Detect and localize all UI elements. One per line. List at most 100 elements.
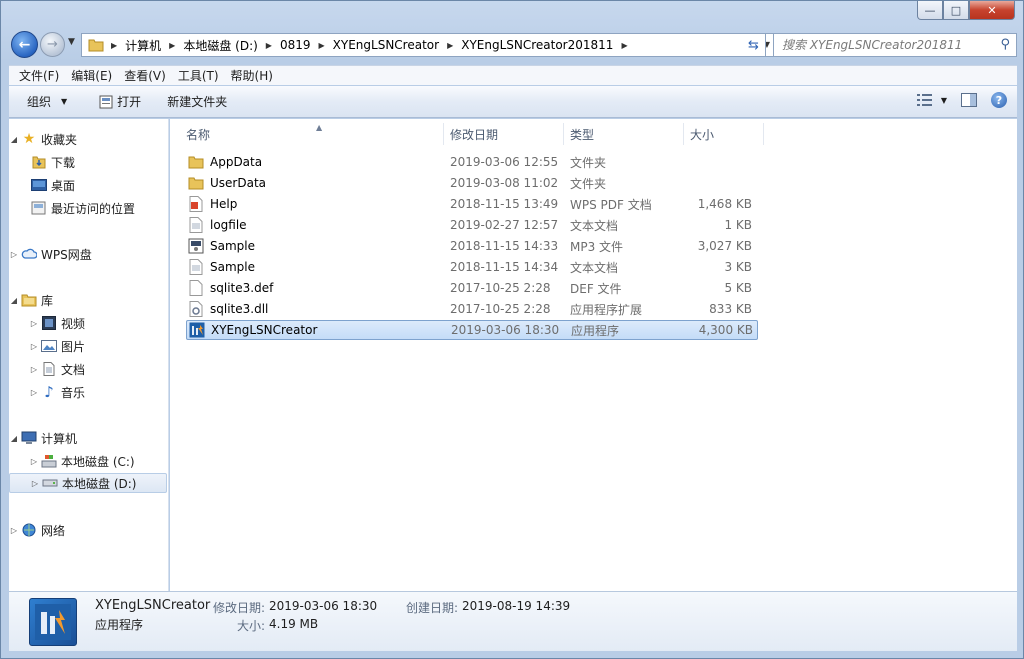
breadcrumb-0819[interactable]: 0819: [275, 38, 316, 52]
collapse-icon[interactable]: ◢: [9, 135, 19, 144]
file-type: 文本文档: [570, 218, 619, 233]
tree-label: WPS网盘: [41, 247, 92, 262]
forward-arrow-icon: →: [47, 37, 58, 52]
file-row[interactable]: UserData 2019-03-08 11:02 文件夹: [186, 173, 758, 193]
file-name-cell[interactable]: sqlite3.def: [186, 280, 444, 296]
details-pane: XYEngLSNCreator 应用程序 修改日期: 2019-03-06 18…: [9, 591, 1017, 651]
breadcrumb-current-folder[interactable]: XYEngLSNCreator201811: [456, 38, 618, 52]
collapse-icon[interactable]: ◢: [9, 296, 19, 305]
tree-wps-cloud[interactable]: ▷ WPS网盘: [9, 244, 167, 264]
breadcrumb-computer[interactable]: 计算机: [120, 37, 166, 54]
column-label: 修改日期: [450, 127, 499, 142]
file-name-cell[interactable]: logfile: [186, 217, 444, 233]
file-size: 833 KB: [709, 302, 752, 316]
file-name-cell[interactable]: AppData: [186, 154, 444, 170]
text-file-icon: [188, 217, 204, 233]
expand-icon[interactable]: ▷: [9, 250, 19, 259]
back-button[interactable]: ←: [11, 31, 38, 58]
breadcrumb-drive-d[interactable]: 本地磁盘 (D:): [178, 37, 262, 54]
file-row[interactable]: sqlite3.def 2017-10-25 2:28 DEF 文件 5 KB: [186, 278, 758, 298]
tree-desktop[interactable]: 桌面: [9, 175, 167, 195]
column-header-name[interactable]: 名称 ▲: [180, 123, 444, 145]
tree-libraries[interactable]: ◢ 库: [9, 290, 167, 310]
search-icon[interactable]: ⚲: [1000, 37, 1010, 52]
menu-edit[interactable]: 编辑(E): [65, 67, 118, 84]
maximize-button[interactable]: □: [943, 1, 969, 20]
file-name-cell[interactable]: sqlite3.dll: [186, 301, 444, 317]
expand-icon[interactable]: ▷: [29, 388, 39, 397]
tree-computer[interactable]: ◢ 计算机: [9, 428, 167, 448]
menu-tools[interactable]: 工具(T): [172, 67, 225, 84]
column-header-size[interactable]: 大小: [684, 123, 764, 145]
search-box[interactable]: ⚲: [773, 33, 1017, 57]
file-type: 文本文档: [570, 260, 619, 275]
file-row[interactable]: Help 2018-11-15 13:49 WPS PDF 文档 1,468 KB: [186, 194, 758, 214]
organize-button[interactable]: 组织 ▼: [17, 93, 77, 110]
menu-file[interactable]: 文件(F): [13, 67, 65, 84]
expand-icon[interactable]: ▷: [29, 365, 39, 374]
minimize-button[interactable]: —: [917, 1, 943, 20]
tree-documents[interactable]: ▷ 文档: [9, 359, 167, 379]
breadcrumb-separator[interactable]: ▶: [108, 41, 120, 50]
command-bar: 组织 ▼ 打开 新建文件夹 ▼ ?: [9, 86, 1017, 118]
tree-label: 下载: [51, 155, 76, 170]
file-name: sqlite3.def: [210, 281, 274, 295]
breadcrumb-separator[interactable]: ▶: [263, 41, 275, 50]
address-bar[interactable]: ▶ 计算机 ▶ 本地磁盘 (D:) ▶ 0819 ▶ XYEngLSNCreat…: [81, 33, 775, 57]
file-row[interactable]: logfile 2019-02-27 12:57 文本文档 1 KB: [186, 215, 758, 235]
preview-pane-icon[interactable]: [961, 93, 977, 107]
tree-pictures[interactable]: ▷ 图片: [9, 336, 167, 356]
file-name-cell[interactable]: Sample: [186, 238, 444, 254]
search-input[interactable]: [782, 38, 992, 52]
star-icon: ★: [22, 131, 36, 147]
folder-icon: [188, 175, 204, 191]
new-folder-button[interactable]: 新建文件夹: [157, 93, 237, 110]
chevron-down-icon: ▼: [940, 95, 947, 105]
breadcrumb-separator[interactable]: ▶: [166, 41, 178, 50]
document-icon: [41, 361, 57, 377]
menu-view[interactable]: 查看(V): [118, 67, 172, 84]
file-name-cell[interactable]: XYEngLSNCreator: [187, 322, 445, 338]
file-name-cell[interactable]: Help: [186, 196, 444, 212]
expand-icon[interactable]: ▷: [9, 526, 19, 535]
expand-icon[interactable]: ▷: [30, 479, 40, 488]
column-header-type[interactable]: 类型: [564, 123, 684, 145]
file-row[interactable]: sqlite3.dll 2017-10-25 2:28 应用程序扩展 833 KB: [186, 299, 758, 319]
file-row[interactable]: Sample 2018-11-15 14:34 文本文档 3 KB: [186, 257, 758, 277]
breadcrumb-xyenglsncreator[interactable]: XYEngLSNCreator: [328, 38, 444, 52]
tree-label: 本地磁盘 (D:): [62, 476, 137, 491]
collapse-icon[interactable]: ◢: [9, 434, 19, 443]
open-button[interactable]: 打开: [89, 93, 151, 110]
file-type: DEF 文件: [570, 281, 622, 296]
breadcrumb-separator[interactable]: ▶: [444, 41, 456, 50]
expand-icon[interactable]: ▷: [29, 457, 39, 466]
refresh-button[interactable]: ⇆: [742, 33, 766, 57]
help-icon[interactable]: ?: [991, 92, 1007, 108]
view-options-button[interactable]: ▼: [916, 94, 947, 106]
tree-downloads[interactable]: 下载: [9, 152, 167, 172]
tree-videos[interactable]: ▷ 视频: [9, 313, 167, 333]
back-arrow-icon: ←: [18, 36, 31, 53]
tree-drive-d[interactable]: ▷ 本地磁盘 (D:): [9, 473, 167, 493]
breadcrumb-separator[interactable]: ▶: [316, 41, 328, 50]
file-row[interactable]: AppData 2019-03-06 12:55 文件夹: [186, 152, 758, 172]
column-label: 类型: [570, 127, 595, 142]
recent-pages-dropdown[interactable]: ▼: [68, 37, 75, 47]
expand-icon[interactable]: ▷: [29, 342, 39, 351]
tree-drive-c[interactable]: ▷ 本地磁盘 (C:): [9, 451, 167, 471]
expand-icon[interactable]: ▷: [29, 319, 39, 328]
forward-button[interactable]: →: [40, 32, 65, 57]
file-name-cell[interactable]: Sample: [186, 259, 444, 275]
tree-music[interactable]: ▷ ♪ 音乐: [9, 382, 167, 402]
tree-recent[interactable]: 最近访问的位置: [9, 198, 167, 218]
file-name-cell[interactable]: UserData: [186, 175, 444, 191]
file-row[interactable]: Sample 2018-11-15 14:33 MP3 文件 3,027 KB: [186, 236, 758, 256]
breadcrumb-separator[interactable]: ▶: [618, 41, 630, 50]
close-button[interactable]: ✕: [969, 1, 1015, 20]
tree-favorites[interactable]: ◢ ★ 收藏夹: [9, 129, 167, 149]
menu-help[interactable]: 帮助(H): [225, 67, 279, 84]
column-header-date[interactable]: 修改日期: [444, 123, 564, 145]
file-row[interactable]: XYEngLSNCreator 2019-03-06 18:30 应用程序 4,300…: [186, 320, 758, 340]
file-size: 3 KB: [724, 260, 752, 274]
tree-network[interactable]: ▷ 网络: [9, 520, 167, 540]
